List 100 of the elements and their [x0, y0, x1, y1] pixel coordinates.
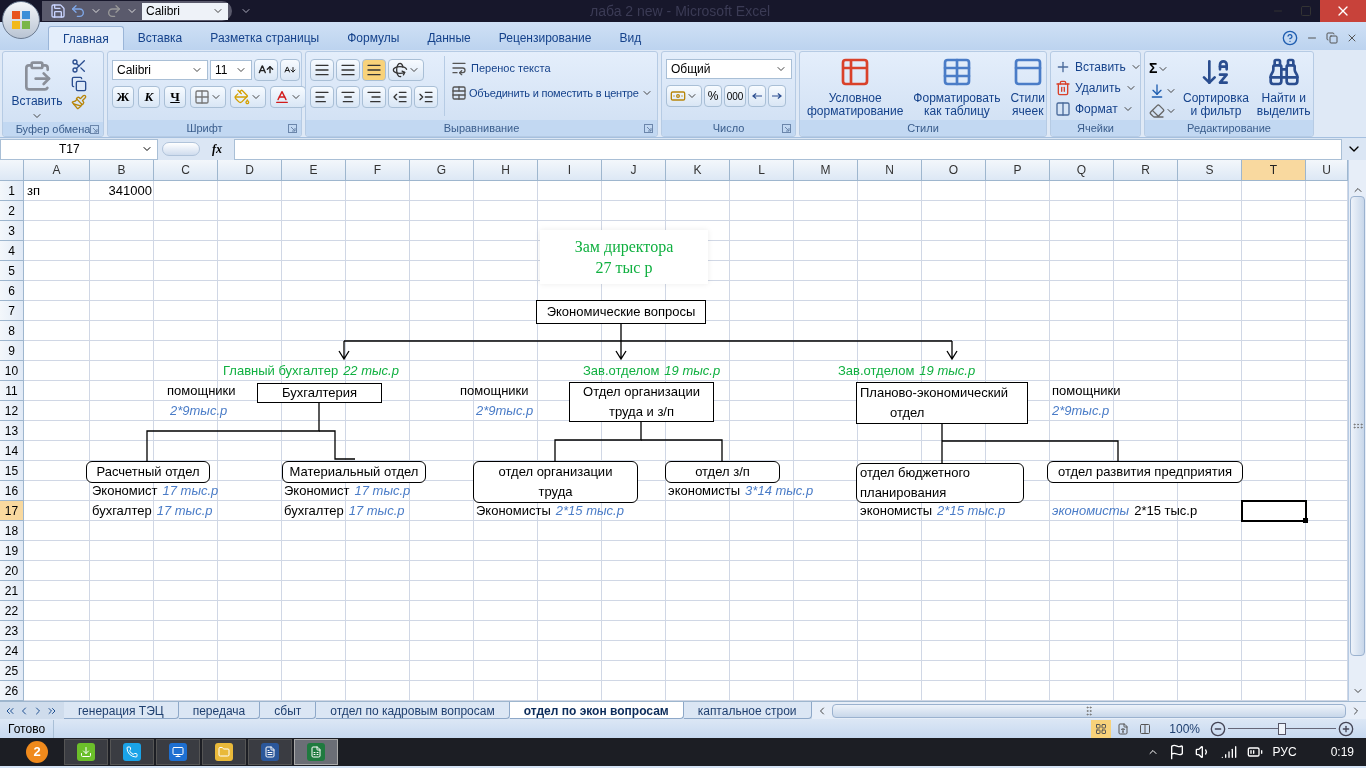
currency-button[interactable] [666, 85, 702, 107]
row-header[interactable]: 14 [0, 441, 23, 461]
styles-button[interactable]: Условное форматирование [804, 56, 907, 120]
column-header[interactable]: P [986, 160, 1050, 180]
row-header[interactable]: 17 [0, 501, 23, 521]
ribbon-tab[interactable]: Данные [413, 26, 485, 50]
paste-button[interactable]: Вставить [7, 56, 67, 122]
row-header[interactable]: 22 [0, 601, 23, 621]
column-header[interactable]: C [154, 160, 218, 180]
formula-input[interactable] [234, 138, 1342, 160]
zoom-in-button[interactable] [1338, 720, 1354, 737]
ribbon-tab[interactable]: Вид [605, 26, 656, 50]
font-color-button[interactable] [270, 86, 306, 108]
editing-button[interactable]: Найти и выделить [1254, 56, 1313, 120]
save-button[interactable] [50, 3, 66, 19]
align-bottom-button[interactable] [362, 59, 386, 81]
styles-button[interactable]: Форматировать как таблицу [910, 56, 1004, 120]
column-header[interactable]: L [730, 160, 794, 180]
borders-button[interactable] [190, 86, 226, 108]
align-left-button[interactable] [310, 86, 334, 108]
taskbar-app[interactable] [202, 739, 246, 765]
decrease-indent-button[interactable] [388, 86, 412, 108]
row-header[interactable]: 19 [0, 541, 23, 561]
slider-thumb[interactable] [1278, 722, 1286, 735]
thousands-button[interactable]: 000 [724, 85, 746, 107]
office-button[interactable] [2, 1, 40, 39]
column-header[interactable]: I [538, 160, 602, 180]
row-header[interactable]: 20 [0, 561, 23, 581]
fill-color-button[interactable] [230, 86, 266, 108]
row-header[interactable]: 5 [0, 261, 23, 281]
undo-button[interactable] [70, 3, 86, 19]
sheet-tab[interactable]: отдел по экон вопросам [509, 702, 684, 719]
row-header[interactable]: 12 [0, 401, 23, 421]
number-format-field[interactable]: Общий [666, 59, 792, 79]
cells-button[interactable]: Вставить [1055, 58, 1142, 76]
row-header[interactable]: 15 [0, 461, 23, 481]
cells-button[interactable]: Формат [1055, 100, 1142, 118]
column-header[interactable]: M [794, 160, 858, 180]
ribbon-tab[interactable]: Разметка страницы [196, 26, 334, 50]
column-header[interactable]: O [922, 160, 986, 180]
row-header[interactable]: 8 [0, 321, 23, 341]
column-header[interactable]: E [282, 160, 346, 180]
font-field[interactable]: Calibri [142, 2, 228, 20]
taskbar-app[interactable] [156, 739, 200, 765]
clock[interactable]: 0:19 [1330, 743, 1354, 761]
orientation-button[interactable] [388, 59, 424, 81]
autosum-button[interactable]: Σ [1149, 58, 1177, 79]
sheet-tab[interactable]: отдел по кадровым вопросам [316, 702, 510, 719]
scroll-thumb[interactable] [1350, 196, 1365, 656]
column-header[interactable]: K [666, 160, 730, 180]
taskbar-app[interactable] [64, 739, 108, 765]
font-size-field[interactable]: 11 [210, 60, 252, 80]
column-header[interactable]: T [1242, 160, 1306, 180]
column-header[interactable]: H [474, 160, 538, 180]
percent-button[interactable]: % [704, 85, 722, 107]
shrink-font-button[interactable] [280, 59, 300, 81]
column-header[interactable]: Q [1050, 160, 1114, 180]
insert-function-button[interactable]: fx [204, 140, 230, 158]
row-header[interactable]: 13 [0, 421, 23, 441]
column-header[interactable]: J [602, 160, 666, 180]
italic-button[interactable]: К [138, 86, 160, 108]
row-header[interactable]: 10 [0, 361, 23, 381]
row-header[interactable]: 18 [0, 521, 23, 541]
sheet-tab[interactable]: сбыт [260, 702, 317, 719]
sheet-tab[interactable]: передача [178, 702, 261, 719]
row-header[interactable]: 7 [0, 301, 23, 321]
scroll-thumb[interactable] [831, 703, 1346, 718]
name-box[interactable]: T17 [0, 138, 158, 160]
column-header[interactable]: R [1114, 160, 1178, 180]
row-header[interactable]: 24 [0, 641, 23, 661]
increase-decimal-button[interactable] [748, 85, 766, 107]
cells-button[interactable]: Удалить [1055, 79, 1142, 97]
row-header[interactable]: 1 [0, 181, 23, 201]
sheet-tab[interactable]: каптальное строи [683, 702, 812, 719]
row-header[interactable]: 21 [0, 581, 23, 601]
font-name-field[interactable]: Calibri [112, 60, 208, 80]
row-header[interactable]: 25 [0, 661, 23, 681]
fill-button[interactable] [1149, 83, 1177, 99]
align-middle-button[interactable] [336, 59, 360, 81]
clear-button[interactable] [1149, 103, 1177, 119]
column-header[interactable]: F [346, 160, 410, 180]
styles-button[interactable]: Стили ячеек [1007, 56, 1048, 120]
row-header[interactable]: 11 [0, 381, 23, 401]
row-header[interactable]: 4 [0, 241, 23, 261]
copy-button[interactable] [71, 76, 87, 92]
underline-button[interactable]: Ч [164, 86, 186, 108]
ribbon-tab[interactable]: Рецензирование [484, 26, 606, 50]
cut-button[interactable] [71, 58, 87, 74]
column-header[interactable]: N [858, 160, 922, 180]
bold-button[interactable]: Ж [112, 86, 134, 108]
align-top-button[interactable] [310, 59, 334, 81]
taskbar-app[interactable] [248, 739, 292, 765]
sheet-tab[interactable]: генерация ТЭЦ [64, 702, 179, 719]
wrap-text-button[interactable]: Перенос текста [451, 60, 551, 77]
grow-font-button[interactable] [254, 59, 278, 81]
ribbon-tab[interactable]: Формулы [333, 26, 414, 50]
zoom-slider[interactable] [1228, 722, 1336, 735]
align-right-button[interactable] [362, 86, 386, 108]
taskbar-app[interactable] [110, 739, 154, 765]
row-header[interactable]: 2 [0, 201, 23, 221]
